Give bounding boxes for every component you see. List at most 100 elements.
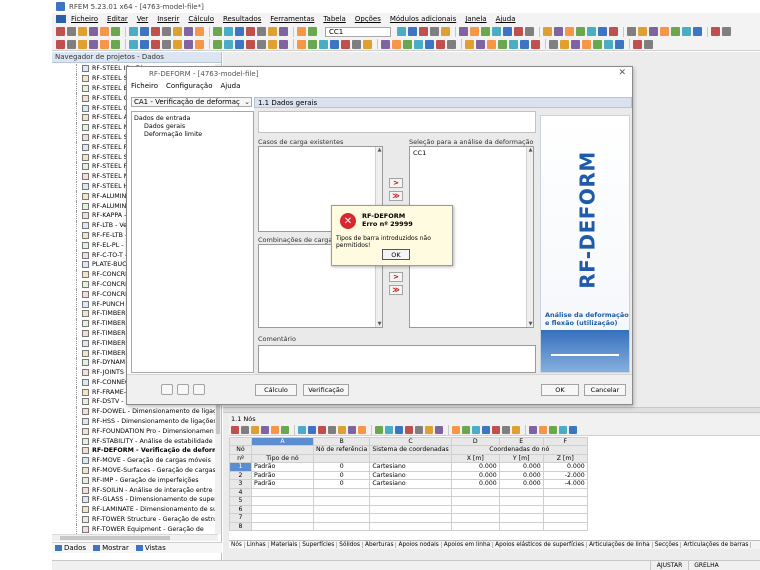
table-tab[interactable]: Apoios elásticos de superfícies xyxy=(493,542,588,548)
table-tab[interactable]: Apoios em linha xyxy=(442,542,494,548)
tree-item-deformation-limit[interactable]: Deformação limite xyxy=(134,130,251,138)
menu-opcoes[interactable]: Opções xyxy=(355,15,381,23)
toolbar-button-icon[interactable] xyxy=(492,425,500,434)
cell-x[interactable] xyxy=(450,487,500,497)
toolbar-button-icon[interactable] xyxy=(531,39,540,49)
tab-mostrar[interactable]: Mostrar xyxy=(93,544,129,552)
cell-ref[interactable] xyxy=(312,487,371,497)
row-number[interactable]: 4 xyxy=(229,487,252,497)
toolbar-button-icon[interactable] xyxy=(213,39,222,49)
cell-z[interactable] xyxy=(542,496,588,506)
toolbar-button-icon[interactable] xyxy=(408,27,417,36)
toolbar-button-icon[interactable] xyxy=(381,39,390,49)
load-case-combo[interactable]: CC1 xyxy=(325,26,391,37)
toolbar-button-icon[interactable] xyxy=(111,39,120,49)
toolbar-button-icon[interactable] xyxy=(430,27,439,36)
toolbar-button-icon[interactable] xyxy=(472,425,480,434)
toolbar-button-icon[interactable] xyxy=(375,425,383,434)
toolbar-button-icon[interactable] xyxy=(419,27,428,36)
table-tab[interactable]: Secções xyxy=(653,542,682,548)
cell-x[interactable] xyxy=(450,504,500,514)
column-letter[interactable]: C xyxy=(369,437,452,446)
table-tab[interactable]: Nós xyxy=(229,542,245,548)
message-ok-button[interactable]: OK xyxy=(382,249,410,260)
toolbar-button-icon[interactable] xyxy=(644,39,653,49)
menu-tabela[interactable]: Tabela xyxy=(323,15,345,23)
toolbar-button-icon[interactable] xyxy=(231,425,239,434)
toolbar-button-icon[interactable] xyxy=(415,425,423,434)
document-icon[interactable] xyxy=(56,15,66,23)
toolbar-button-icon[interactable] xyxy=(660,27,669,36)
toolbar-button-icon[interactable] xyxy=(268,27,277,36)
column-letter[interactable]: E xyxy=(498,437,544,446)
navigator-item[interactable]: RF-IMP - Geração de imperfeições xyxy=(52,475,218,486)
toolbar-button-icon[interactable] xyxy=(298,425,306,434)
toolbar-button-icon[interactable] xyxy=(195,39,204,49)
navigator-item[interactable]: RF-HSS - Dimensionamento de ligações xyxy=(52,416,218,427)
table-tab[interactable]: Articulações de linha xyxy=(587,542,653,548)
comment-input[interactable] xyxy=(258,345,536,373)
navigator-item[interactable]: RF-DEFORM - Verificação de deformaç xyxy=(52,446,218,456)
dialog-menu-configuracao[interactable]: Configuração xyxy=(166,82,212,90)
ok-button[interactable]: OK xyxy=(541,384,579,396)
row-number[interactable]: 3 xyxy=(229,479,252,489)
table-tab[interactable]: Materiais xyxy=(269,542,301,548)
toolbar-button-icon[interactable] xyxy=(363,39,372,49)
toolbar-button-icon[interactable] xyxy=(279,27,288,36)
toolbar-button-icon[interactable] xyxy=(414,39,423,49)
table-row[interactable]: 2 Padrão 0 Cartesiano 0.000 0.000 -2.000 xyxy=(229,470,588,480)
table-tab[interactable]: Superfícies xyxy=(300,542,338,548)
cell-z[interactable] xyxy=(542,521,588,531)
toolbar-button-icon[interactable] xyxy=(512,425,520,434)
toolbar-button-icon[interactable] xyxy=(140,39,149,49)
toolbar-button-icon[interactable] xyxy=(539,425,547,434)
cell-sys[interactable] xyxy=(369,504,452,514)
toolbar-button-icon[interactable] xyxy=(559,425,567,434)
toolbar-button-icon[interactable] xyxy=(576,27,585,36)
toolbar-button-icon[interactable] xyxy=(184,27,193,36)
navigator-item[interactable]: RF-DOWEL - Dimensionamento de ligaç xyxy=(52,406,218,417)
toolbar-button-icon[interactable] xyxy=(257,27,266,36)
status-grid[interactable]: GRELHA xyxy=(688,561,724,570)
toolbar-button-icon[interactable] xyxy=(279,39,288,49)
cell-sys[interactable] xyxy=(369,496,452,506)
toolbar-button-icon[interactable] xyxy=(509,39,518,49)
cell-y[interactable] xyxy=(498,504,544,514)
list-item[interactable]: CC1 xyxy=(410,147,533,159)
toolbar-button-icon[interactable] xyxy=(569,425,577,434)
toolbar-button-icon[interactable] xyxy=(213,27,222,36)
toolbar-button-icon[interactable] xyxy=(319,39,328,49)
toolbar-button-icon[interactable] xyxy=(56,27,65,36)
toolbar-button-icon[interactable] xyxy=(482,425,490,434)
cell-y[interactable]: 0.000 xyxy=(498,479,544,489)
toolbar-button-icon[interactable] xyxy=(638,27,647,36)
toolbar-button-icon[interactable] xyxy=(224,39,233,49)
toolbar-button-icon[interactable] xyxy=(436,39,445,49)
cell-z[interactable] xyxy=(542,504,588,514)
navigator-horizontal-scrollbar[interactable] xyxy=(52,534,218,541)
table-tab[interactable]: Apoios nodais xyxy=(396,542,442,548)
row-number[interactable]: 2 xyxy=(229,470,252,480)
toolbar-button-icon[interactable] xyxy=(693,27,702,36)
tab-dados[interactable]: Dados xyxy=(55,544,86,552)
toolbar-button-icon[interactable] xyxy=(498,39,507,49)
column-letter[interactable]: D xyxy=(450,437,500,446)
cell-y[interactable] xyxy=(498,521,544,531)
toolbar-button-icon[interactable] xyxy=(392,39,401,49)
add-all-combos-button[interactable]: ≫ xyxy=(389,285,403,295)
cell-y[interactable]: 0.000 xyxy=(498,462,544,472)
toolbar-button-icon[interactable] xyxy=(224,27,233,36)
toolbar-button-icon[interactable] xyxy=(129,27,138,36)
toolbar-button-icon[interactable] xyxy=(609,27,618,36)
cell-ref[interactable] xyxy=(312,504,371,514)
row-number[interactable]: 6 xyxy=(229,504,252,514)
toolbar-button-icon[interactable] xyxy=(492,27,501,36)
list-scrollbar[interactable]: ▲▼ xyxy=(526,147,533,327)
cell-ref[interactable]: 0 xyxy=(312,462,371,472)
toolbar-button-icon[interactable] xyxy=(403,39,412,49)
cell-sys[interactable] xyxy=(369,521,452,531)
toolbar-button-icon[interactable] xyxy=(67,27,76,36)
row-number[interactable]: 5 xyxy=(229,496,252,506)
toolbar-button-icon[interactable] xyxy=(318,425,326,434)
cell-ref[interactable]: 0 xyxy=(312,479,371,489)
